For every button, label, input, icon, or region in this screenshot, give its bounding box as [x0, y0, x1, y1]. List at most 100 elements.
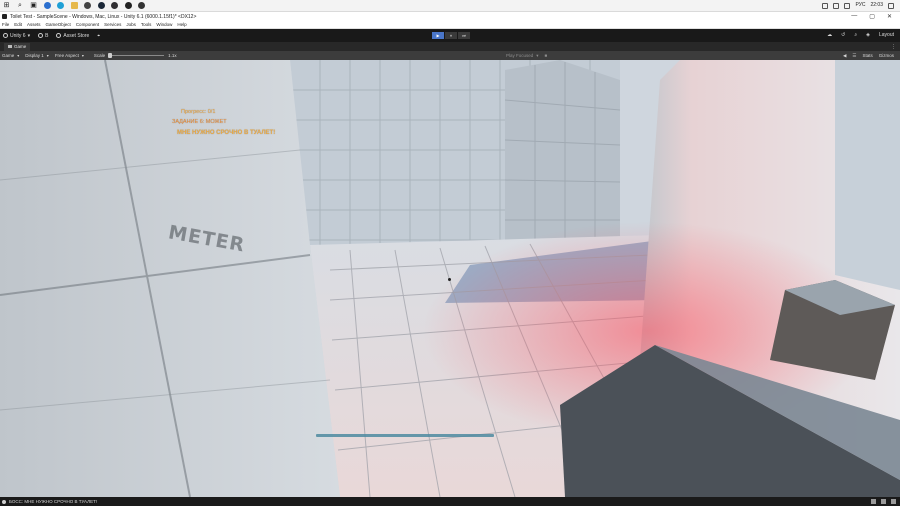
- network-icon[interactable]: [822, 2, 829, 9]
- debug-mode-icon[interactable]: [891, 499, 896, 504]
- unity-icon[interactable]: [124, 1, 133, 10]
- version-control-icon: [38, 33, 44, 38]
- menu-tools[interactable]: Tools: [141, 22, 152, 27]
- game-view-icon: [8, 45, 12, 48]
- aspect-dropdown[interactable]: Free Aspect ▾: [55, 53, 84, 58]
- window-title: Toilet Test - SampleScene - Windows, Mac…: [10, 13, 197, 20]
- scale-value: 1.1x: [168, 53, 177, 58]
- asset-store-icon: [56, 33, 62, 38]
- search-icon[interactable]: ⌕: [854, 32, 857, 38]
- windows-start-icon[interactable]: ⊞: [2, 1, 11, 10]
- aspect-label: Free Aspect: [54, 53, 79, 58]
- play-mode-label: Play Focused: [506, 53, 534, 58]
- menu-help[interactable]: Help: [177, 22, 186, 27]
- stats-button[interactable]: Stats: [862, 53, 872, 58]
- version-control-label: B: [45, 32, 49, 39]
- version-control-dropdown[interactable]: B: [38, 33, 48, 39]
- game-mode-label: Game: [2, 53, 15, 58]
- task-view-icon[interactable]: ▣: [29, 1, 38, 10]
- display-dropdown[interactable]: Display 1 ▾: [25, 53, 49, 58]
- steam-icon[interactable]: [97, 1, 106, 10]
- account-label: Unity 6: [10, 32, 26, 39]
- magnet-icon: ⌖: [97, 32, 101, 39]
- cache-server-icon[interactable]: [881, 499, 886, 504]
- display-label: Display 1: [25, 53, 44, 58]
- stamina-bar: [316, 434, 494, 437]
- menu-edit[interactable]: Edit: [14, 22, 22, 27]
- search-toolbar-button[interactable]: ⌖: [97, 33, 100, 39]
- window-titlebar: Toilet Test - SampleScene - Windows, Mac…: [0, 12, 900, 21]
- account-dropdown[interactable]: Unity 6 ▾: [3, 33, 30, 39]
- history-icon[interactable]: ↺: [841, 32, 845, 38]
- console-last-message[interactable]: БОСС: МНЕ НУЖНО СРОЧНО В ТУАЛЕТ!: [9, 499, 97, 504]
- screen: ⊞ ⌕ ▣ РУС 22:03 Toilet Test - SampleScen…: [0, 0, 900, 506]
- unity-account-icon: [3, 33, 8, 38]
- menu-services[interactable]: Services: [104, 22, 121, 27]
- play-mode-dropdown[interactable]: Play Focused ▾ ■: [506, 53, 547, 59]
- asset-store-label: Asset Store: [63, 32, 90, 39]
- menu-window[interactable]: Window: [156, 22, 172, 27]
- chrome-icon[interactable]: [137, 1, 146, 10]
- windows-taskbar: ⊞ ⌕ ▣ РУС 22:03: [0, 0, 900, 12]
- scale-slider[interactable]: [108, 53, 165, 58]
- settings-icon[interactable]: ☰: [852, 53, 856, 59]
- system-tray: РУС 22:03: [822, 2, 900, 9]
- step-button[interactable]: ⏭: [458, 32, 470, 39]
- menu-bar: File Edit Assets GameObject Component Se…: [0, 21, 900, 29]
- audio-icon[interactable]: ◀: [843, 53, 846, 59]
- menu-jobs[interactable]: Jobs: [126, 22, 136, 27]
- unity-toolbar: Unity 6 ▾ B Asset Store ⌖ ▶ ⏸ ⏭ ☁ ↺ ⌕ ◈ …: [0, 29, 900, 42]
- file-explorer-icon[interactable]: [43, 1, 52, 10]
- game-view-toolbar: Game ▾ Display 1 ▾ Free Aspect ▾ Scale 1…: [0, 51, 900, 60]
- game-mode-dropdown[interactable]: Game ▾: [2, 53, 19, 58]
- menu-assets[interactable]: Assets: [27, 22, 41, 27]
- game-toolbar-right: ◀ ☰ Stats Gizmos: [843, 53, 894, 59]
- unity-hub-icon[interactable]: [83, 1, 92, 10]
- battery-icon[interactable]: [844, 2, 851, 9]
- search-icon[interactable]: ⌕: [16, 1, 25, 10]
- tab-game-label: Game: [14, 44, 27, 49]
- unity-logo-icon: [2, 14, 7, 19]
- window-controls: — ▢ ✕: [851, 13, 900, 20]
- console-info-icon: [2, 499, 6, 504]
- minimize-button[interactable]: —: [851, 13, 857, 20]
- status-right: [871, 499, 900, 504]
- game-viewport[interactable]: METER Прогресс: 0/1 ЗАДАНИЕ 6: МОЖЕТ МНЕ…: [0, 60, 900, 497]
- tab-game[interactable]: Game: [4, 42, 31, 51]
- playmode-controls: ▶ ⏸ ⏭: [432, 32, 470, 39]
- gizmos-button[interactable]: Gizmos: [879, 53, 894, 58]
- hud-task: ЗАДАНИЕ 6: МОЖЕТ: [172, 119, 227, 125]
- menu-gameobject[interactable]: GameObject: [46, 22, 71, 27]
- notifications-icon[interactable]: [888, 2, 894, 9]
- menu-component[interactable]: Component: [76, 22, 99, 27]
- cloud-icon[interactable]: ☁: [827, 32, 832, 38]
- pause-button[interactable]: ⏸: [445, 32, 457, 39]
- crosshair: [448, 278, 451, 281]
- menu-file[interactable]: File: [2, 22, 9, 27]
- layers-icon[interactable]: ◈: [866, 32, 870, 38]
- asset-store-button[interactable]: Asset Store: [56, 33, 89, 39]
- hud-message: МНЕ НУЖНО СРОЧНО В ТУАЛЕТ!: [177, 130, 276, 136]
- play-button[interactable]: ▶: [432, 32, 444, 39]
- scale-label: Scale: [93, 53, 106, 58]
- chevron-down-icon: ▾: [17, 53, 20, 58]
- edge-browser-icon[interactable]: [56, 1, 65, 10]
- console-status-bar[interactable]: БОСС: МНЕ НУЖНО СРОЧНО В ТУАЛЕТ!: [0, 497, 900, 506]
- obs-icon[interactable]: [110, 1, 119, 10]
- chevron-down-icon: ▾: [81, 53, 84, 58]
- maximize-button[interactable]: ▢: [869, 13, 875, 20]
- scale-slider-handle[interactable]: [108, 53, 113, 58]
- folder-icon[interactable]: [70, 1, 79, 10]
- language-indicator[interactable]: РУС: [855, 3, 865, 8]
- close-button[interactable]: ✕: [887, 13, 892, 20]
- clock[interactable]: 22:03: [870, 3, 883, 8]
- more-options-icon[interactable]: ⋮: [891, 44, 900, 50]
- chevron-down-icon: ▾: [536, 52, 539, 58]
- chevron-down-icon: ▾: [46, 53, 49, 58]
- layout-dropdown[interactable]: Layout: [879, 32, 894, 38]
- mute-audio-icon[interactable]: ■: [545, 53, 548, 58]
- hud-progress: Прогресс: 0/1: [181, 109, 216, 115]
- progress-icon[interactable]: [871, 499, 876, 504]
- volume-icon[interactable]: [833, 2, 840, 9]
- chevron-down-icon: ▾: [27, 32, 31, 39]
